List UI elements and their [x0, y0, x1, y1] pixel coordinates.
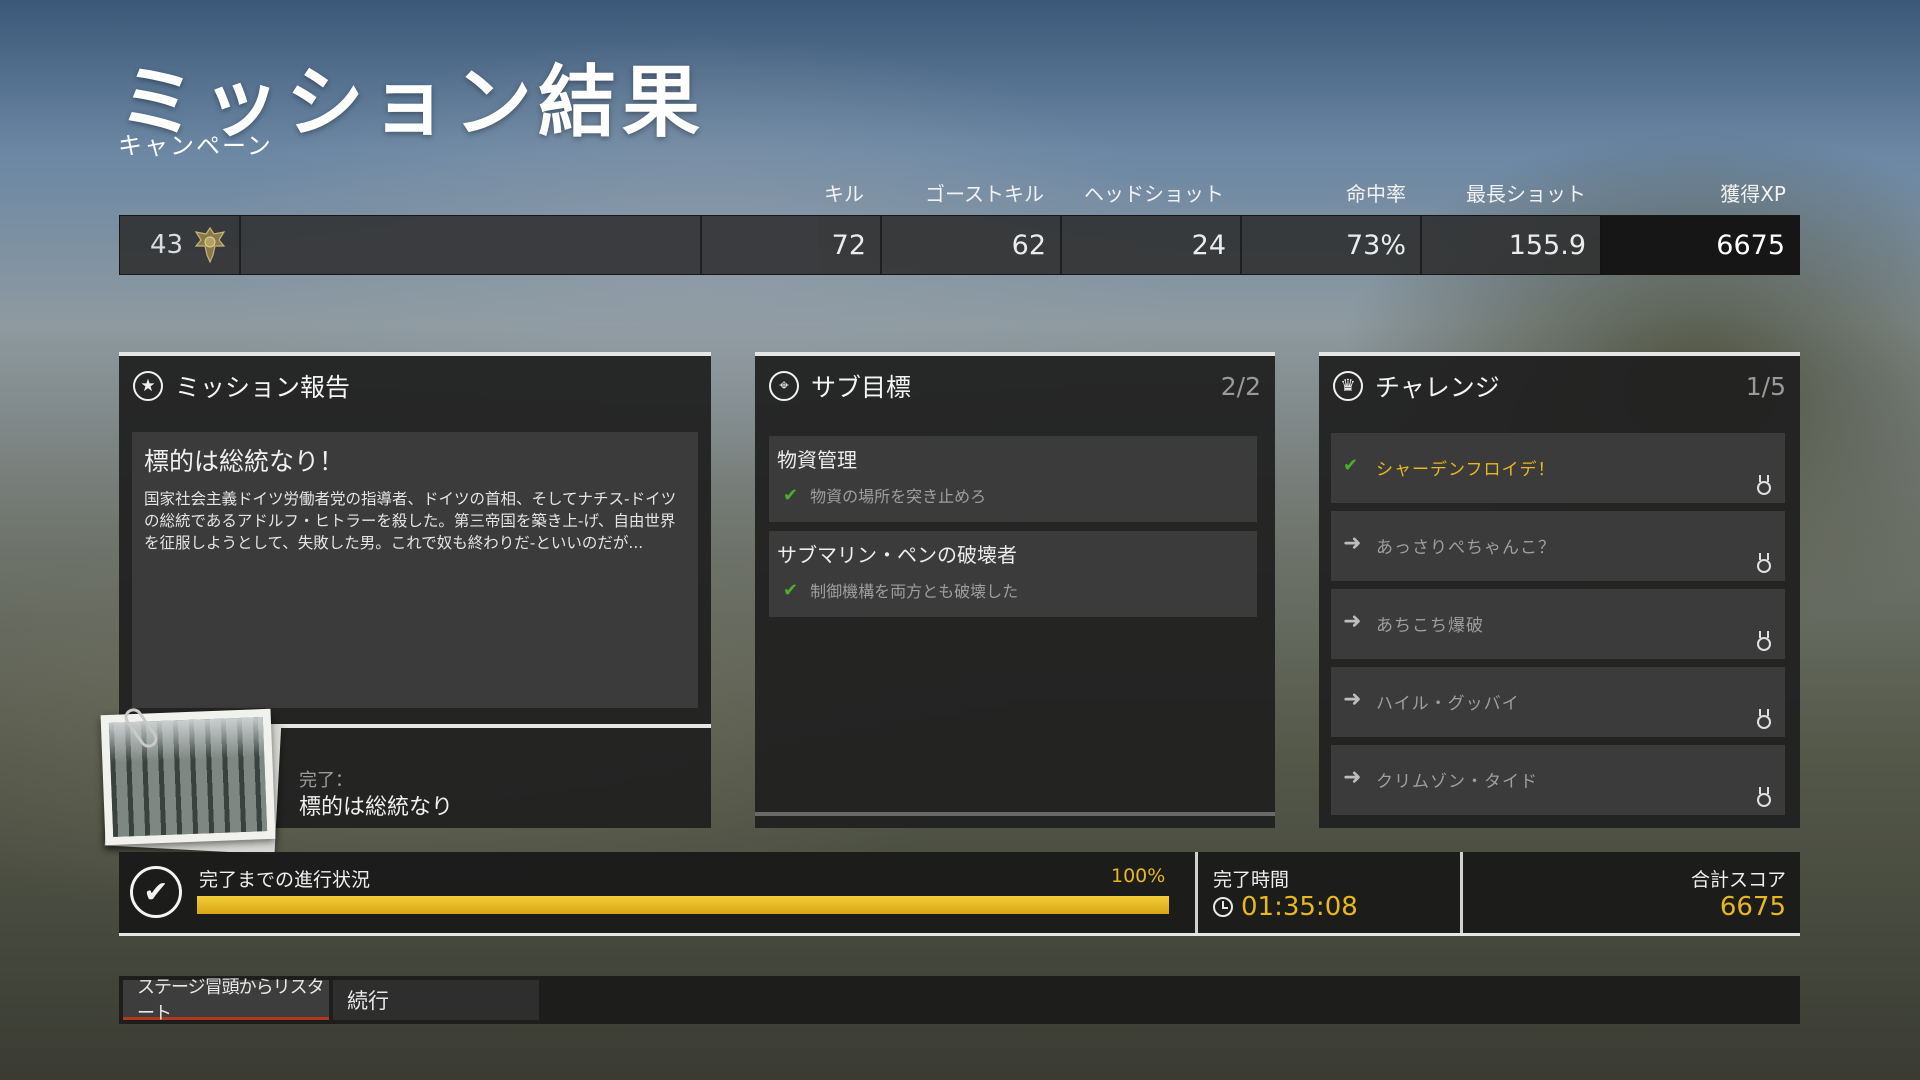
- objective-item: 物資管理 ✔ 物資の場所を突き止めろ: [769, 436, 1257, 522]
- trophy-icon: ♛: [1333, 371, 1363, 401]
- objective-detail-text: 物資の場所を突き止めろ: [810, 487, 987, 506]
- medal-icon: [1757, 787, 1771, 807]
- check-icon: ✔: [783, 579, 799, 601]
- mission-report-card: 標的は総統なり！ 国家社会主義ドイツ労働者党の指導者、ドイツの首相、そしてナチス…: [132, 432, 698, 708]
- challenge-label: クリムゾン・タイド: [1376, 772, 1538, 792]
- completion-time-value: 01:35:08: [1241, 892, 1358, 922]
- stats-bar: 43 72 62 24 73% 155.9 6675: [119, 215, 1800, 275]
- stat-header-ghost-kills: ゴーストキル: [925, 182, 1044, 206]
- completion-time-label: 完了時間: [1213, 869, 1290, 891]
- objective-title: サブマリン・ペンの破壊者: [777, 543, 1017, 567]
- stat-ghost-kills: 62: [880, 216, 1060, 274]
- challenges-heading: チャレンジ: [1375, 373, 1500, 402]
- challenges-panel: ♛ チャレンジ 1/5 ✔ シャーデンフロイデ！ ➜ あっさりぺちゃんこ？ ➜ …: [1319, 352, 1800, 828]
- medal-icon: [1757, 631, 1771, 651]
- stat-accuracy: 73%: [1240, 216, 1420, 274]
- challenge-label: シャーデンフロイデ！: [1376, 460, 1556, 480]
- arrow-right-icon: ➜: [1343, 687, 1362, 712]
- objective-detail: ✔ 物資の場所を突き止めろ: [777, 483, 1249, 507]
- panel-bottom-line: [755, 812, 1275, 816]
- sub-objectives-panel: ⌖ サブ目標 2/2 物資管理 ✔ 物資の場所を突き止めろ サブマリン・ペンの破…: [755, 352, 1275, 828]
- stat-longest-shot: 155.9: [1420, 216, 1600, 274]
- arrow-right-icon: ➜: [1343, 609, 1362, 634]
- star-icon: ★: [133, 371, 163, 401]
- page-subtitle: キャンペーン: [118, 132, 273, 160]
- objective-detail: ✔ 制御機構を両方とも破壊した: [777, 578, 1249, 602]
- progress-track: [197, 896, 1169, 914]
- mission-photo: [100, 708, 276, 846]
- arrow-right-icon: ➜: [1343, 765, 1362, 790]
- sub-objectives-heading: サブ目標: [811, 373, 912, 402]
- action-bar: ステージ冒頭からリスタート 続行: [119, 976, 1800, 1024]
- completed-check-icon: ✔: [130, 866, 182, 918]
- clock-icon: [1213, 897, 1233, 917]
- divider: [1195, 852, 1198, 936]
- objective-detail-text: 制御機構を両方とも破壊した: [810, 582, 1019, 601]
- stat-kills: 72: [700, 216, 880, 274]
- divider: [1460, 852, 1463, 936]
- challenges-header: ♛ チャレンジ 1/5: [1319, 356, 1800, 416]
- stat-header-headshots: ヘッドショット: [1084, 182, 1224, 206]
- mission-report-heading: ミッション報告: [175, 373, 351, 402]
- challenge-label: ハイル・グッバイ: [1376, 694, 1520, 714]
- progress-summary-bar: ✔ 完了までの進行状況 100% 完了時間 01:35:08 合計スコア 667…: [119, 852, 1800, 936]
- medal-icon: [1757, 709, 1771, 729]
- compass-icon: ⌖: [769, 371, 799, 401]
- challenge-item[interactable]: ➜ クリムゾン・タイド: [1331, 745, 1785, 815]
- continue-button[interactable]: 続行: [333, 980, 539, 1020]
- progress-percent: 100%: [1111, 865, 1166, 887]
- check-icon: ✔: [1343, 455, 1359, 476]
- report-card-title: 標的は総統なり！: [144, 447, 345, 476]
- medal-icon: [1757, 475, 1771, 495]
- progress-label: 完了までの進行状況: [199, 869, 371, 891]
- challenge-item[interactable]: ✔ シャーデンフロイデ！: [1331, 433, 1785, 503]
- completed-value: 標的は総統なり: [299, 795, 454, 820]
- stat-header-longest-shot: 最長ショット: [1466, 182, 1586, 206]
- challenge-label: あちこち爆破: [1376, 616, 1484, 636]
- challenges-count: 1/5: [1745, 372, 1786, 401]
- restart-stage-button[interactable]: ステージ冒頭からリスタート: [123, 977, 329, 1024]
- completion-time: 01:35:08: [1213, 892, 1358, 922]
- total-score-value: 6675: [1719, 892, 1786, 922]
- stat-headshots: 24: [1060, 216, 1240, 274]
- arrow-right-icon: ➜: [1343, 531, 1362, 556]
- rank-eagle-icon: [194, 226, 226, 264]
- objective-item: サブマリン・ペンの破壊者 ✔ 制御機構を両方とも破壊した: [769, 531, 1257, 617]
- challenge-item[interactable]: ➜ あちこち爆破: [1331, 589, 1785, 659]
- sub-objectives-count: 2/2: [1220, 372, 1261, 401]
- challenge-item[interactable]: ➜ あっさりぺちゃんこ？: [1331, 511, 1785, 581]
- medal-icon: [1757, 553, 1771, 573]
- report-card-body: 国家社会主義ドイツ労働者党の指導者、ドイツの首相、そしてナチス-ドイツの総統であ…: [144, 490, 677, 552]
- stat-header-accuracy: 命中率: [1346, 182, 1406, 206]
- sub-objectives-header: ⌖ サブ目標 2/2: [755, 356, 1275, 416]
- objective-title: 物資管理: [777, 448, 857, 472]
- stat-header-kills: キル: [824, 182, 864, 206]
- challenge-label: あっさりぺちゃんこ？: [1376, 538, 1556, 558]
- check-icon: ✔: [783, 484, 799, 506]
- challenge-item[interactable]: ➜ ハイル・グッバイ: [1331, 667, 1785, 737]
- stat-header-xp: 獲得XP: [1720, 182, 1786, 206]
- rank-number: 43: [150, 230, 184, 260]
- player-rank: 43: [120, 216, 239, 274]
- mission-photo-image: [108, 717, 268, 837]
- mission-report-header: ★ ミッション報告: [119, 356, 711, 416]
- progress-fill: [197, 896, 1169, 914]
- stat-xp: 6675: [1600, 216, 1799, 274]
- total-score-label: 合計スコア: [1690, 869, 1786, 891]
